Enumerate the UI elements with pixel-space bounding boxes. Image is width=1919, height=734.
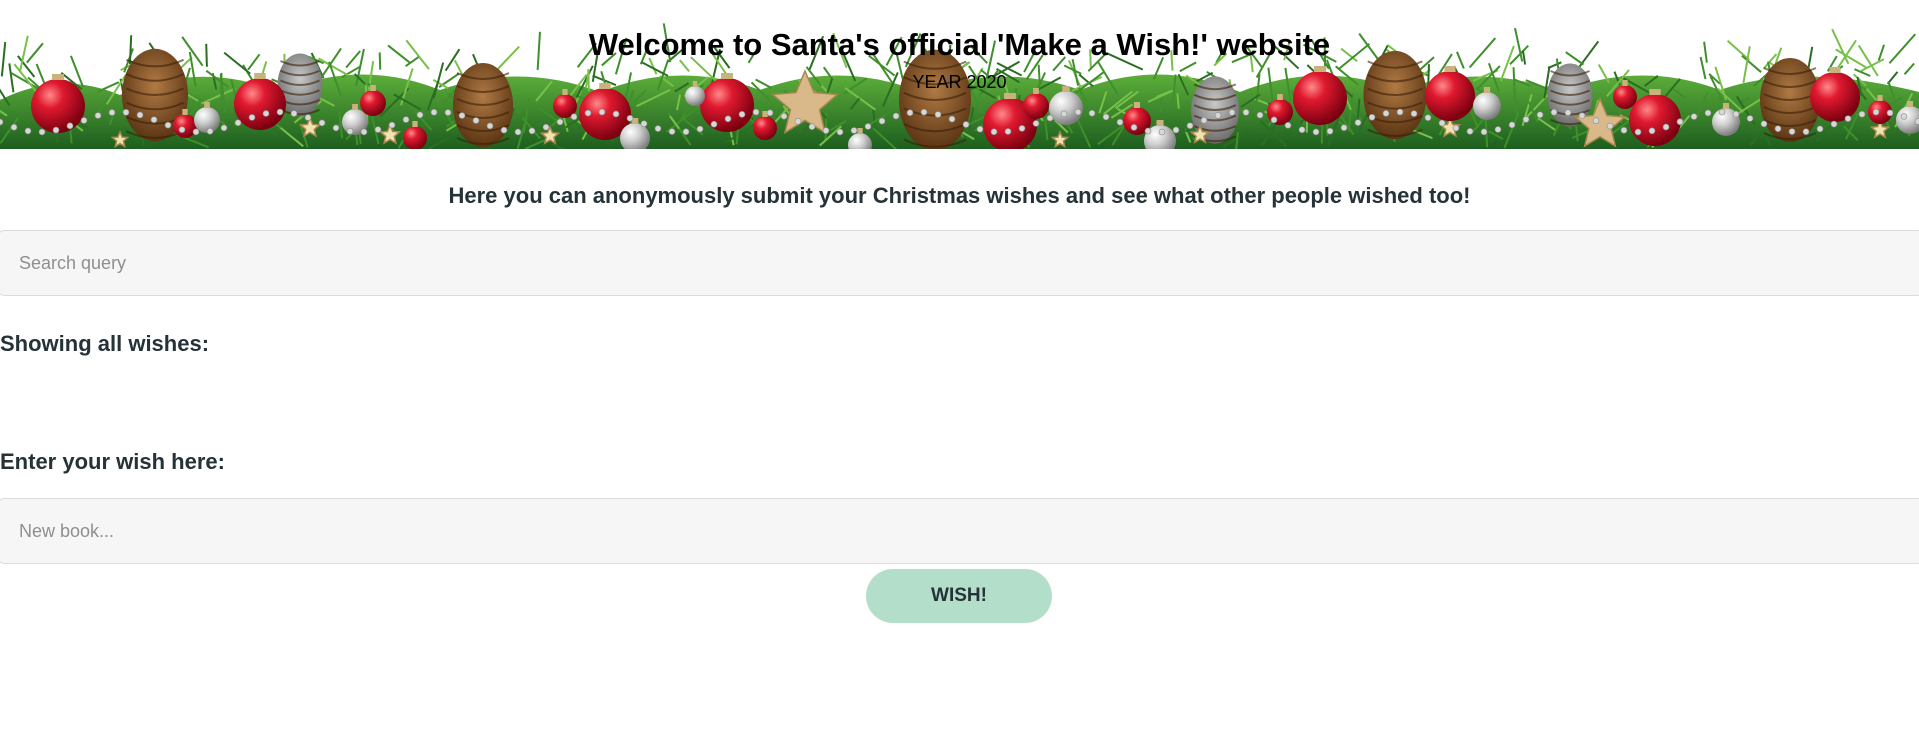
wish-button[interactable]: WISH! [866,569,1052,623]
page-title: Welcome to Santa's official 'Make a Wish… [588,27,1331,62]
wish-list [0,365,1919,425]
wishes-heading: Showing all wishes: [0,331,210,356]
wish-input-heading: Enter your wish here: [0,449,225,474]
intro-text: Here you can anonymously submit your Chr… [448,183,1471,208]
wish-input[interactable] [0,498,1919,564]
page: Welcome to Santa's official 'Make a Wish… [0,0,1919,734]
christmas-banner: Welcome to Santa's official 'Make a Wish… [0,0,1919,149]
search-input[interactable] [0,230,1919,296]
year-label: YEAR 2020 [912,72,1007,92]
